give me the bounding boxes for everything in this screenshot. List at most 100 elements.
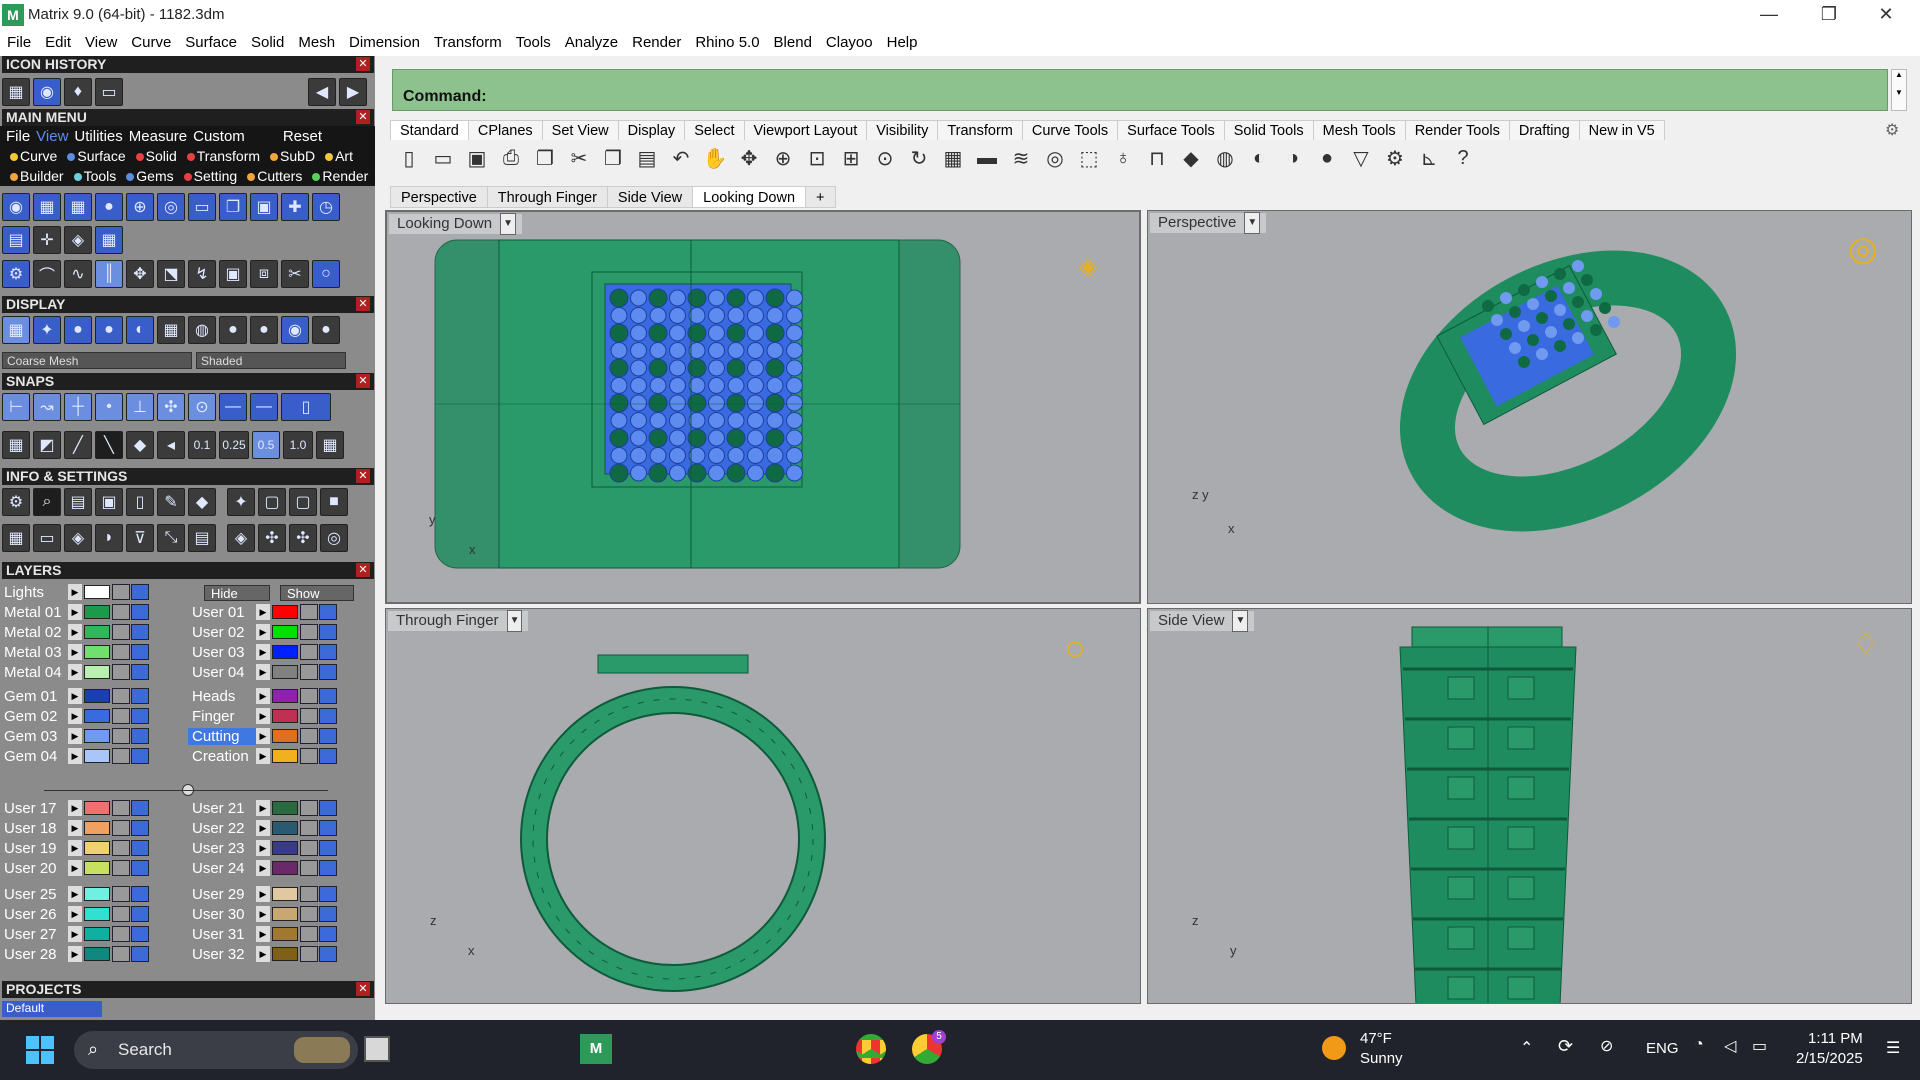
expand-arrow-icon[interactable]: ▶ [68, 664, 82, 680]
lock-icon[interactable] [300, 840, 318, 856]
lock-icon[interactable] [112, 708, 130, 724]
layer-color-swatch[interactable] [272, 689, 298, 703]
visibility-icon[interactable] [319, 748, 337, 764]
scale-icon[interactable]: ⬔ [157, 260, 185, 288]
cut-icon[interactable]: ✂ [565, 144, 593, 172]
layer-color-swatch[interactable] [84, 821, 110, 835]
expand-arrow-icon[interactable]: ▶ [256, 688, 270, 704]
menu-surface[interactable]: Surface [185, 34, 237, 51]
viewport-tab-looking-down[interactable]: Looking Down [692, 186, 807, 208]
near-snap-icon[interactable]: ↝ [33, 393, 61, 421]
color-wheel-icon[interactable]: ◍ [1211, 144, 1239, 172]
menu-curve[interactable]: Curve [131, 34, 171, 51]
toolbar-tab-cplanes[interactable]: CPlanes [467, 120, 543, 140]
layer-row[interactable]: Metal 04 ▶ [0, 662, 150, 682]
lock-icon[interactable] [112, 946, 130, 962]
layer-color-swatch[interactable] [272, 749, 298, 763]
help-icon[interactable]: ? [1449, 144, 1477, 172]
mm-builder[interactable]: Builder [4, 168, 64, 184]
lock-icon[interactable] [300, 728, 318, 744]
undo-icon[interactable]: ↶ [667, 144, 695, 172]
command-scroll[interactable]: ▲ ▼ [1891, 69, 1907, 111]
expand-arrow-icon[interactable]: ▶ [68, 688, 82, 704]
menu-dimension[interactable]: Dimension [349, 34, 420, 51]
visibility-icon[interactable] [319, 906, 337, 922]
layout-icon[interactable]: ▦ [33, 193, 61, 221]
visibility-icon[interactable] [319, 926, 337, 942]
lock-icon[interactable] [112, 886, 130, 902]
gear-icon[interactable]: ⚙ [1381, 144, 1409, 172]
menu-rhino5[interactable]: Rhino 5.0 [695, 34, 759, 51]
layer-color-swatch[interactable] [84, 801, 110, 815]
builder-icon[interactable]: ⚙ [2, 260, 30, 288]
language-indicator[interactable]: ENG [1646, 1040, 1679, 1057]
close-button[interactable]: ✕ [1857, 0, 1915, 29]
layer-row[interactable]: User 18 ▶ [0, 818, 150, 838]
lock-icon[interactable] [300, 926, 318, 942]
visibility-icon[interactable] [131, 860, 149, 876]
menu-view[interactable]: View [85, 34, 117, 51]
visibility-icon[interactable] [319, 624, 337, 640]
layer-color-swatch[interactable] [272, 821, 298, 835]
lock-icon[interactable] [112, 664, 130, 680]
lock-icon[interactable] [300, 748, 318, 764]
sync-icon[interactable]: ⟳ [1558, 1036, 1573, 1057]
layer-color-swatch[interactable] [84, 645, 110, 659]
visibility-icon[interactable] [131, 708, 149, 724]
layer-row[interactable]: User 31 ▶ [188, 924, 338, 944]
expand-arrow-icon[interactable]: ▶ [256, 644, 270, 660]
expand-arrow-icon[interactable]: ▶ [68, 886, 82, 902]
toolbar-tab-set-view[interactable]: Set View [541, 120, 619, 140]
bulb-icon[interactable]: ♁ [1109, 144, 1137, 172]
sheet-icon[interactable]: ▤ [2, 226, 30, 254]
filter-icon[interactable]: ⊽ [126, 524, 154, 552]
clock-date[interactable]: 2/15/2025 [1796, 1050, 1863, 1067]
minimize-button[interactable]: — [1740, 0, 1798, 29]
lock-icon[interactable] [300, 624, 318, 640]
chevron-down-icon[interactable]: ▼ [500, 213, 516, 235]
layer-color-swatch[interactable] [84, 861, 110, 875]
layer-color-swatch[interactable] [272, 645, 298, 659]
expand-arrow-icon[interactable]: ▶ [68, 946, 82, 962]
default-project[interactable]: Default [2, 1001, 102, 1017]
snap-value-01[interactable]: 0.1 [188, 431, 216, 459]
toolbar-tab-select[interactable]: Select [684, 120, 745, 140]
grid-toggle-icon[interactable]: ▦ [316, 431, 344, 459]
rotate-icon[interactable]: ✥ [735, 144, 763, 172]
close-icon[interactable]: ✕ [356, 297, 370, 311]
layer-row[interactable]: Metal 02 ▶ [0, 622, 150, 642]
layer-color-swatch[interactable] [272, 907, 298, 921]
white-sphere-icon[interactable]: ● [312, 316, 340, 344]
clock-icon[interactable]: ◷ [312, 193, 340, 221]
layer-row[interactable]: User 02 ▶ [188, 622, 338, 642]
toolbar-tab-visibility[interactable]: Visibility [866, 120, 939, 140]
layer-color-swatch[interactable] [272, 841, 298, 855]
expand-arrow-icon[interactable]: ▶ [256, 840, 270, 856]
note-icon[interactable]: ▤ [188, 524, 216, 552]
expand-arrow-icon[interactable]: ▶ [68, 860, 82, 876]
gold-sphere-icon[interactable]: ● [219, 316, 247, 344]
lock-icon[interactable] [300, 604, 318, 620]
layer-color-swatch[interactable] [272, 729, 298, 743]
layer-row[interactable]: User 25 ▶ [0, 884, 150, 904]
mm-measure[interactable]: Measure [129, 128, 187, 145]
mm-view[interactable]: View [36, 128, 68, 145]
visibility-icon[interactable] [319, 820, 337, 836]
toolbar-tab-transform[interactable]: Transform [937, 120, 1023, 140]
chevron-down-icon[interactable]: ▼ [1232, 610, 1249, 632]
chevron-up-icon[interactable]: ⌃ [1520, 1038, 1533, 1058]
visibility-icon[interactable] [319, 946, 337, 962]
toolbar-tab-display[interactable]: Display [617, 120, 686, 140]
gear-icon[interactable]: ⚙ [1885, 120, 1899, 140]
zoom-icon[interactable]: ⊕ [126, 193, 154, 221]
layer-color-swatch[interactable] [84, 907, 110, 921]
toolbar-tab-viewport-layout[interactable]: Viewport Layout [743, 120, 868, 140]
layer-row[interactable]: Gem 03 ▶ [0, 726, 150, 746]
visibility-icon[interactable] [131, 926, 149, 942]
layer-row[interactable]: User 30 ▶ [188, 904, 338, 924]
toolbar-tab-solid-tools[interactable]: Solid Tools [1223, 120, 1314, 140]
layer-row[interactable]: Gem 01 ▶ [0, 686, 150, 706]
frame2-icon[interactable]: ▢ [289, 488, 317, 516]
mm-subd[interactable]: SubD [264, 148, 315, 164]
layer-color-swatch[interactable] [272, 947, 298, 961]
